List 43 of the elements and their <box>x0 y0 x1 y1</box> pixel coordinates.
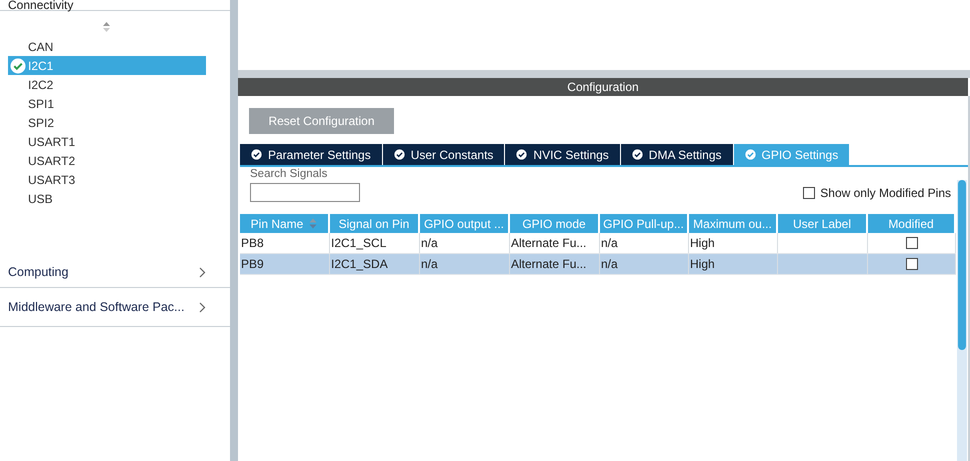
check-icon <box>744 149 756 160</box>
check-icon <box>516 149 528 160</box>
search-label: Search Signals <box>250 168 328 180</box>
check-icon <box>632 149 643 160</box>
settings-tab[interactable]: Parameter Settings <box>240 144 383 165</box>
table-cell: n/a <box>601 236 618 250</box>
settings-tab[interactable]: NVIC Settings <box>505 144 621 165</box>
settings-tab[interactable]: User Constants <box>382 144 506 165</box>
panel-title: Configuration <box>567 80 639 94</box>
checkbox-label: Show only Modified Pins <box>820 186 951 200</box>
table-cell: High <box>690 236 715 250</box>
table-cell: I2C1_SDA <box>331 257 388 271</box>
table-cell: n/a <box>601 257 618 271</box>
peripheral-item[interactable]: CAN <box>8 37 206 56</box>
table-cell: Alternate Fu... <box>511 236 586 250</box>
checkbox[interactable] <box>803 186 816 198</box>
table-cell: I2C1_SCL <box>331 236 386 250</box>
peripheral-item[interactable]: USART3 <box>8 170 206 189</box>
table-cell: PB8 <box>241 236 264 250</box>
peripheral-item[interactable]: USART1 <box>8 132 206 151</box>
chevron-right-icon <box>199 302 206 312</box>
search-field[interactable] <box>250 183 360 202</box>
scroll-arrows-icon[interactable] <box>102 21 110 33</box>
sort-icon <box>309 218 318 229</box>
section-title: Connectivity <box>7 0 74 10</box>
peripheral-item[interactable]: USART2 <box>8 151 206 170</box>
table-cell: High <box>690 257 715 271</box>
table-cell: PB9 <box>241 257 264 271</box>
peripheral-item[interactable]: I2C2 <box>8 75 206 94</box>
peripheral-item[interactable]: SPI2 <box>8 113 206 132</box>
table-cell: Alternate Fu... <box>511 257 586 271</box>
modified-checkbox[interactable] <box>906 258 918 270</box>
peripheral-item[interactable]: SPI1 <box>8 94 206 113</box>
settings-tab[interactable]: DMA Settings <box>620 144 734 165</box>
table-cell: n/a <box>421 236 438 250</box>
check-icon <box>251 149 262 160</box>
scrollbar[interactable] <box>957 180 967 461</box>
modified-checkbox[interactable] <box>906 237 918 249</box>
table-cell: n/a <box>421 257 438 271</box>
check-icon <box>394 149 405 160</box>
chevron-right-icon <box>199 266 206 278</box>
table-row[interactable]: PB9 I2C1_SDA n/a Alternate Fu... n/a High <box>240 254 956 275</box>
peripheral-item[interactable]: USB <box>8 189 206 208</box>
